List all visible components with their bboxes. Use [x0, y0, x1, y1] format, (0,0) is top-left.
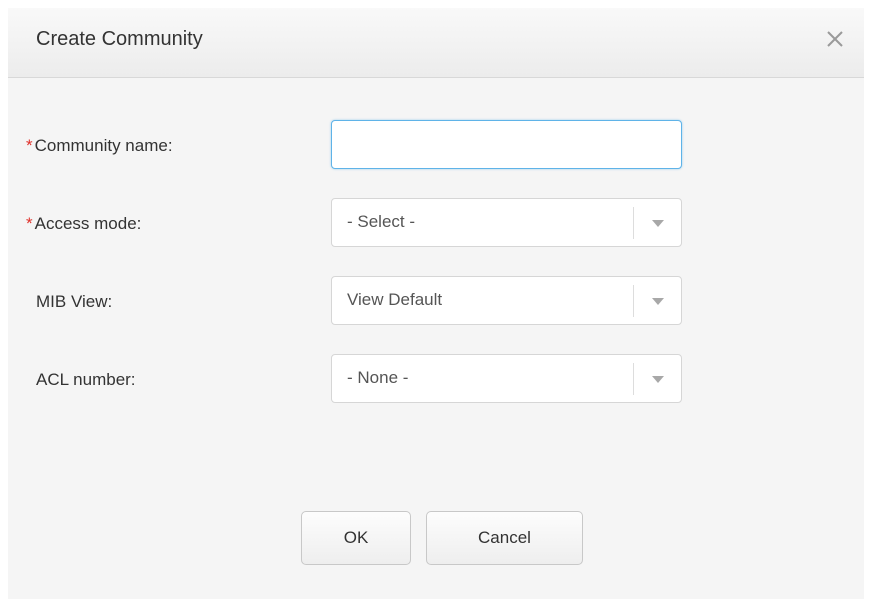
chevron-down-icon[interactable] — [652, 220, 664, 227]
mib-view-label: MIB View: — [36, 292, 113, 311]
community-name-label-text: Community name: — [34, 136, 173, 155]
acl-number-label: ACL number: — [36, 370, 136, 389]
cancel-button[interactable]: Cancel — [426, 511, 583, 565]
required-marker: * — [26, 214, 33, 233]
community-name-label: * Community name: — [26, 136, 173, 156]
create-community-dialog: Create Community * Community name: * Acces… — [8, 8, 864, 599]
acl-number-select[interactable]: - None - — [331, 354, 682, 403]
select-divider — [633, 207, 634, 239]
dialog-title: Create Community — [36, 28, 203, 50]
access-mode-selected-value: - Select - — [347, 212, 416, 231]
mib-view-select[interactable]: View Default — [331, 276, 682, 325]
access-mode-select[interactable]: - Select - — [331, 198, 682, 247]
chevron-down-icon[interactable] — [652, 298, 664, 305]
ok-button[interactable]: OK — [301, 511, 411, 565]
access-mode-label: * Access mode: — [26, 214, 141, 234]
close-icon[interactable] — [824, 28, 846, 50]
chevron-down-icon[interactable] — [652, 376, 664, 383]
mib-view-selected-value: View Default — [347, 290, 443, 309]
select-divider — [633, 363, 634, 395]
dialog-titlebar: Create Community — [8, 8, 864, 78]
community-name-input[interactable] — [331, 120, 682, 169]
select-divider — [633, 285, 634, 317]
acl-number-selected-value: - None - — [347, 368, 409, 387]
access-mode-label-text: Access mode: — [34, 214, 142, 233]
required-marker: * — [26, 136, 33, 155]
